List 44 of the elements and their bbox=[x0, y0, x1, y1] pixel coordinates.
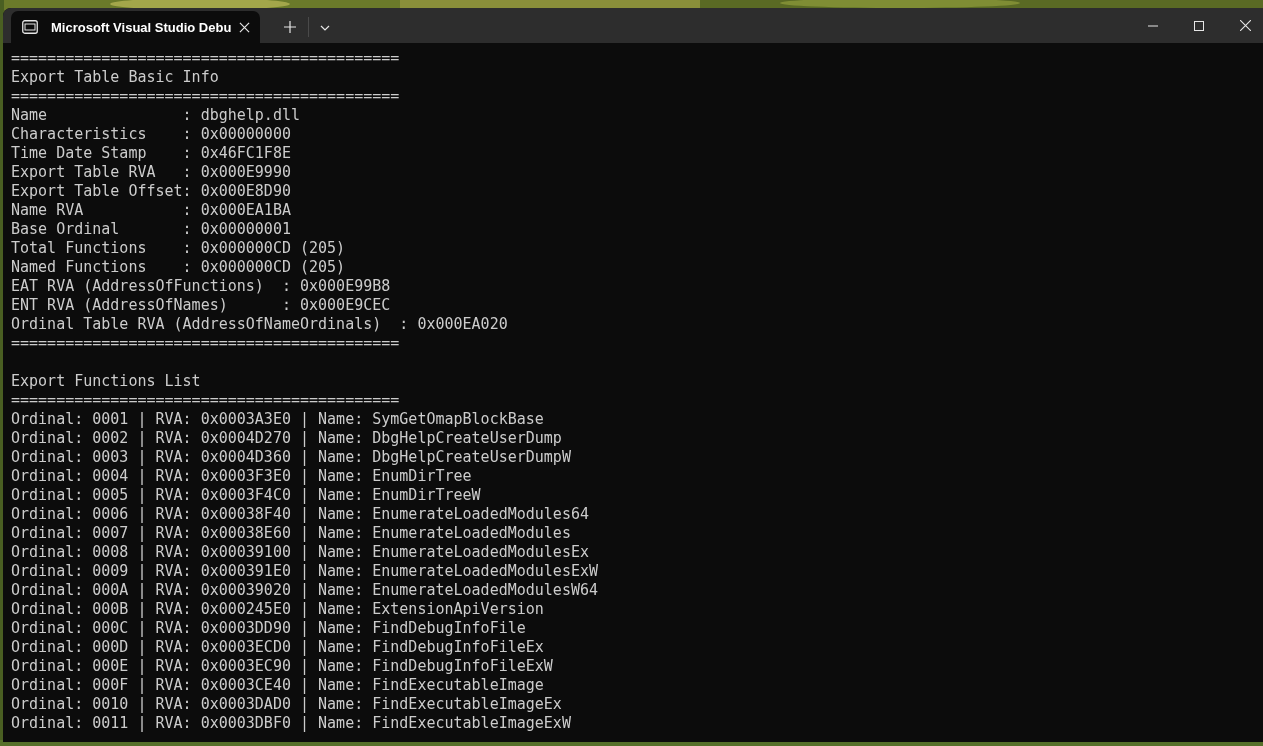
console-line: EAT RVA (AddressOfFunctions) : 0x000E99B8 bbox=[11, 277, 391, 296]
console-line: Total Functions : 0x000000CD (205) bbox=[11, 239, 346, 258]
plus-icon[interactable] bbox=[284, 20, 297, 33]
console-line: Ordinal: 000C | RVA: 0x0003DD90 | Name: FindDebugInfoFile bbox=[11, 619, 526, 638]
console-line: Ordinal: 000B | RVA: 0x000245E0 | Name: ExtensionApiVersion bbox=[11, 600, 544, 619]
console-line: Ordinal: 000A | RVA: 0x00039020 | Name: EnumerateLoadedModulesW64 bbox=[11, 581, 598, 600]
console-line: =========================================== bbox=[11, 49, 400, 68]
console-line: Characteristics : 0x00000000 bbox=[11, 125, 291, 144]
console-line: =========================================== bbox=[11, 391, 400, 410]
console-line: Ordinal: 000F | RVA: 0x0003CE40 | Name: FindExecutableImage bbox=[11, 676, 544, 695]
console-line: Ordinal: 0004 | RVA: 0x0003F3E0 | Name: EnumDirTree bbox=[11, 467, 472, 486]
console-line: Ordinal: 000E | RVA: 0x0003EC90 | Name: FindDebugInfoFileExW bbox=[11, 657, 553, 676]
console-line: Ordinal: 000D | RVA: 0x0003ECD0 | Name: FindDebugInfoFileEx bbox=[11, 638, 544, 657]
console-line: Ordinal: 0011 | RVA: 0x0003DBF0 | Name: FindExecutableImageExW bbox=[11, 714, 571, 733]
tab-title: Microsoft Visual Studio Debu bbox=[51, 19, 232, 35]
console-line: Named Functions : 0x000000CD (205) bbox=[11, 258, 346, 277]
console-line: Ordinal: 0010 | RVA: 0x0003DAD0 | Name: FindExecutableImageEx bbox=[11, 695, 562, 714]
close-icon[interactable] bbox=[1240, 20, 1251, 31]
chevron-down-icon[interactable] bbox=[320, 24, 331, 31]
console-line: Ordinal: 0003 | RVA: 0x0004D360 | Name: DbgHelpCreateUserDumpW bbox=[11, 448, 571, 467]
console-line: Ordinal: 0008 | RVA: 0x00039100 | Name: EnumerateLoadedModulesEx bbox=[11, 543, 589, 562]
console-line: Ordinal: 0006 | RVA: 0x00038F40 | Name: EnumerateLoadedModules64 bbox=[11, 505, 589, 524]
console-line: Ordinal: 0007 | RVA: 0x00038E60 | Name: EnumerateLoadedModules bbox=[11, 524, 571, 543]
console-line: Export Functions List bbox=[11, 372, 201, 391]
terminal-icon bbox=[22, 20, 38, 34]
console-line: Ordinal: 0009 | RVA: 0x000391E0 | Name: EnumerateLoadedModulesExW bbox=[11, 562, 598, 581]
tab[interactable]: Microsoft Visual Studio Debu bbox=[11, 11, 261, 43]
console-line: =========================================== bbox=[11, 334, 400, 353]
console-line: Export Table Offset: 0x000E8D90 bbox=[11, 182, 291, 201]
minimize-icon[interactable] bbox=[1148, 24, 1158, 27]
console-line: Time Date Stamp : 0x46FC1F8E bbox=[11, 144, 291, 163]
console-line: Name : dbghelp.dll bbox=[11, 106, 300, 125]
console-line: Export Table Basic Info bbox=[11, 68, 219, 87]
console-line: Ordinal: 0002 | RVA: 0x0004D270 | Name: DbgHelpCreateUserDump bbox=[11, 429, 562, 448]
maximize-icon[interactable] bbox=[1194, 20, 1204, 31]
console-line: Export Table RVA : 0x000E9990 bbox=[11, 163, 291, 182]
console-line: Name RVA : 0x000EA1BA bbox=[11, 201, 291, 220]
close-icon[interactable] bbox=[239, 21, 251, 33]
console-line: Base Ordinal : 0x00000001 bbox=[11, 220, 291, 239]
console-line: Ordinal: 0005 | RVA: 0x0003F4C0 | Name: EnumDirTreeW bbox=[11, 486, 481, 505]
console-line: =========================================== bbox=[11, 87, 400, 106]
console-line: ENT RVA (AddressOfNames) : 0x000E9CEC bbox=[11, 296, 391, 315]
console-line: Ordinal: 0001 | RVA: 0x0003A3E0 | Name: SymGetOmapBlockBase bbox=[11, 410, 544, 429]
console-line: Ordinal Table RVA (AddressOfNameOrdinals) : 0x000EA020 bbox=[11, 315, 508, 334]
